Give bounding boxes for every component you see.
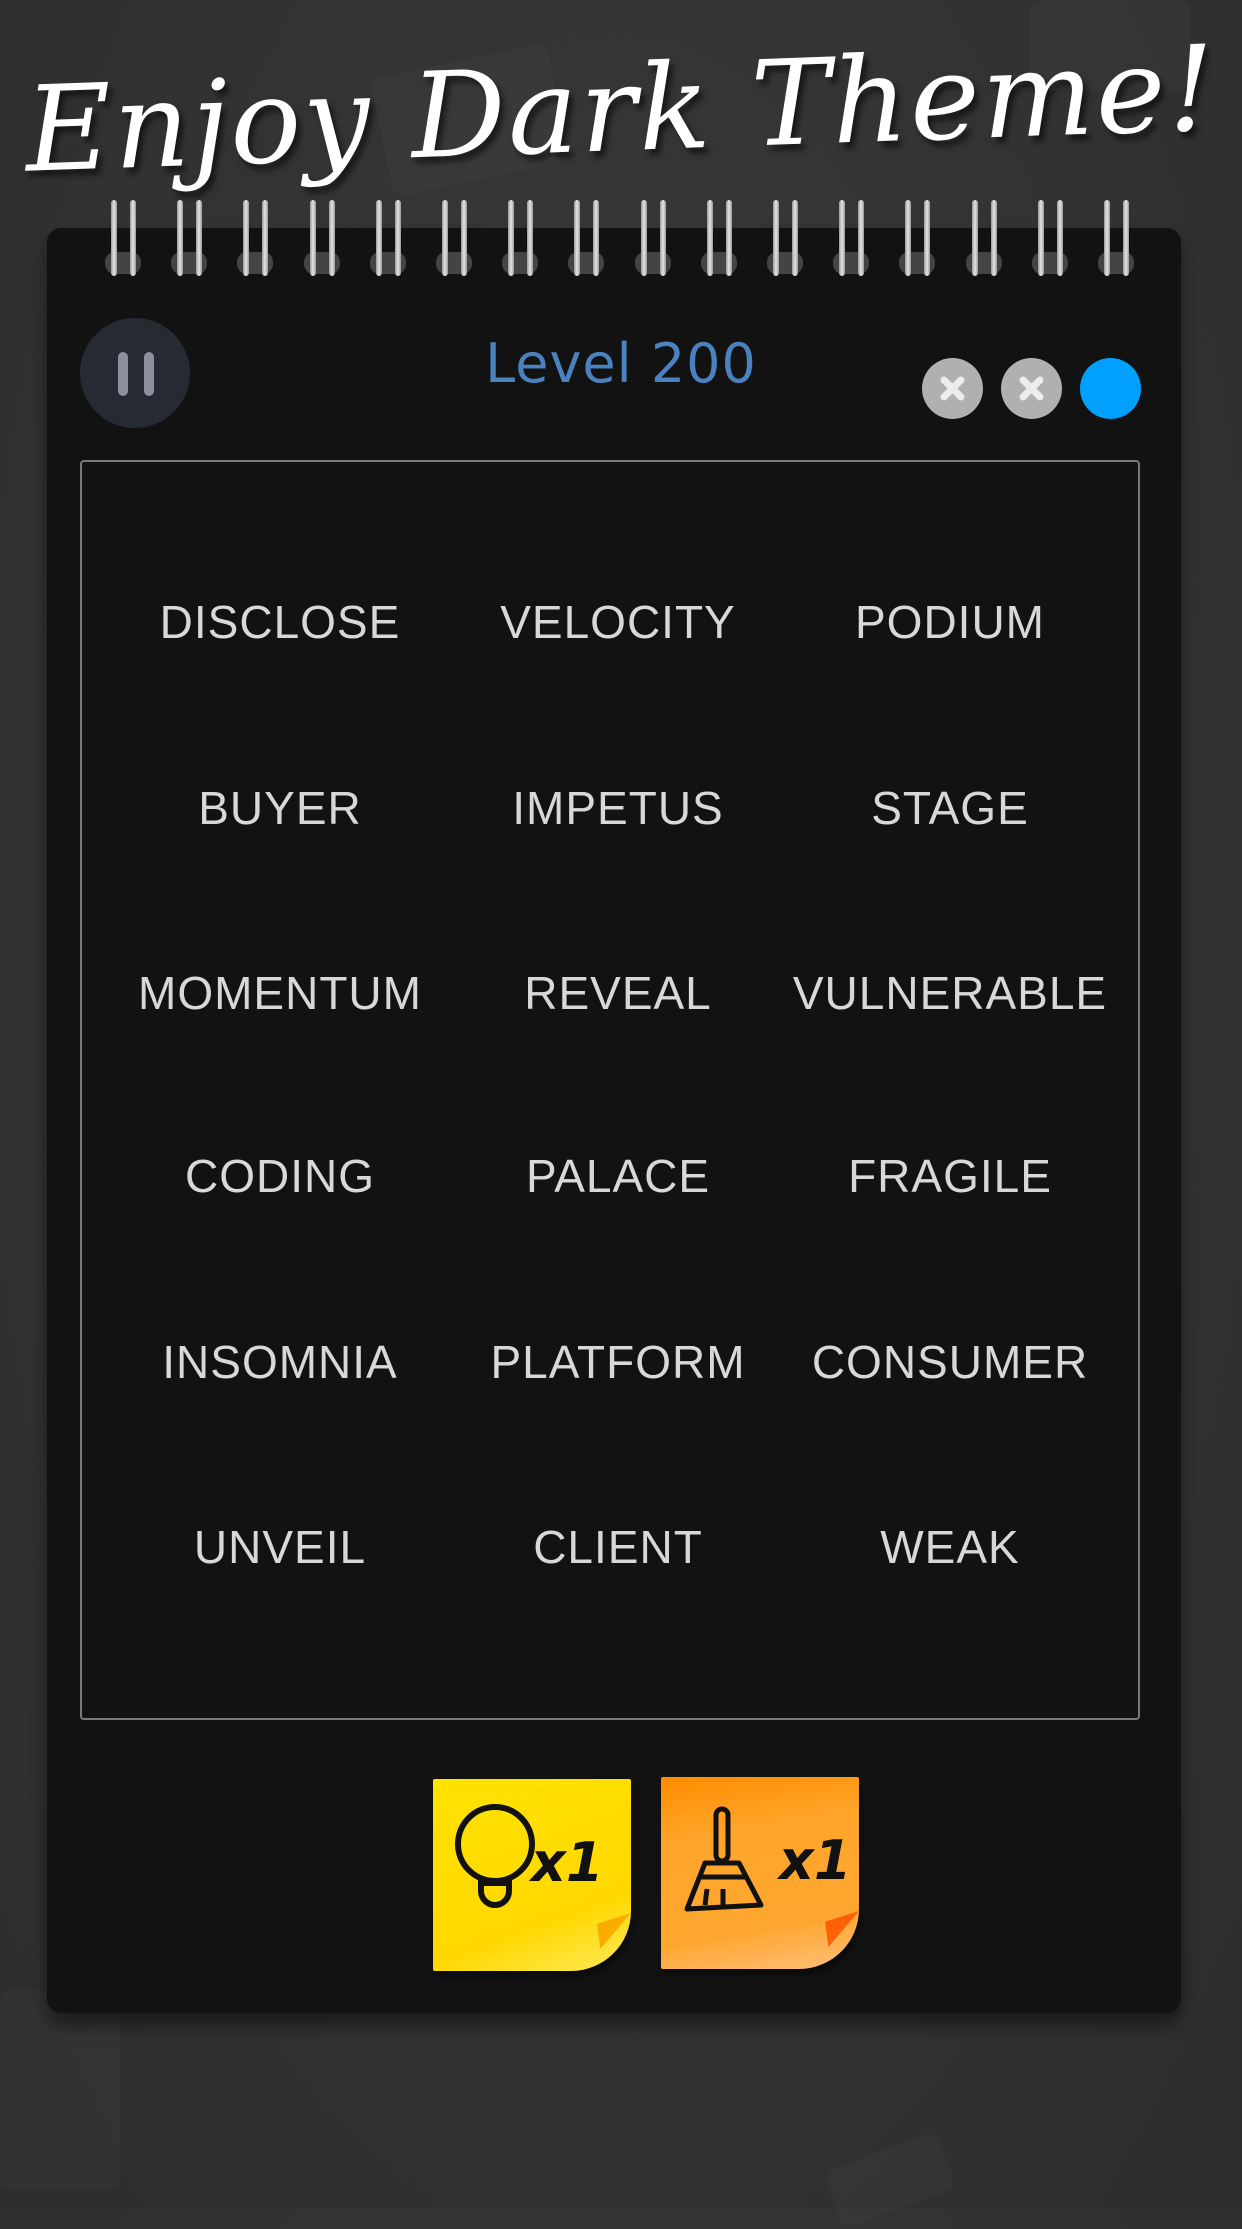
pause-button[interactable] <box>80 318 190 428</box>
word-tile[interactable]: VULNERABLE <box>785 966 1115 1020</box>
sweep-count: x1 <box>779 1829 852 1892</box>
hint-powerup-button[interactable]: x1 <box>433 1779 631 1971</box>
hint-count: x1 <box>531 1831 604 1894</box>
word-tile[interactable]: INSOMNIA <box>115 1335 445 1389</box>
word-tile[interactable]: CLIENT <box>453 1520 783 1574</box>
word-tile[interactable]: CODING <box>115 1149 445 1203</box>
level-title: Level 200 <box>485 332 757 395</box>
word-tile[interactable]: PODIUM <box>785 595 1115 649</box>
life-lost-x-icon <box>922 358 983 419</box>
word-tile[interactable]: REVEAL <box>453 966 783 1020</box>
word-tile[interactable]: PLATFORM <box>453 1335 783 1389</box>
promo-title: Enjoy Dark Theme! <box>22 19 1220 199</box>
word-tile[interactable]: UNVEIL <box>115 1520 445 1574</box>
word-tile[interactable]: MOMENTUM <box>115 966 445 1020</box>
word-tile[interactable]: BUYER <box>115 781 445 835</box>
background-decoration <box>0 1990 120 2190</box>
word-tile[interactable]: PALACE <box>453 1149 783 1203</box>
life-remaining-dot <box>1080 358 1141 419</box>
word-tile[interactable]: FRAGILE <box>785 1149 1115 1203</box>
sweep-powerup-button[interactable]: x1 <box>661 1777 859 1969</box>
word-tile[interactable]: DISCLOSE <box>115 595 445 649</box>
life-lost-x-icon <box>1001 358 1062 419</box>
background-decoration <box>823 2131 956 2228</box>
word-tile[interactable]: CONSUMER <box>785 1335 1115 1389</box>
word-tile[interactable]: STAGE <box>785 781 1115 835</box>
word-tile[interactable]: VELOCITY <box>453 595 783 649</box>
word-tile[interactable]: IMPETUS <box>453 781 783 835</box>
word-tile[interactable]: WEAK <box>785 1520 1115 1574</box>
